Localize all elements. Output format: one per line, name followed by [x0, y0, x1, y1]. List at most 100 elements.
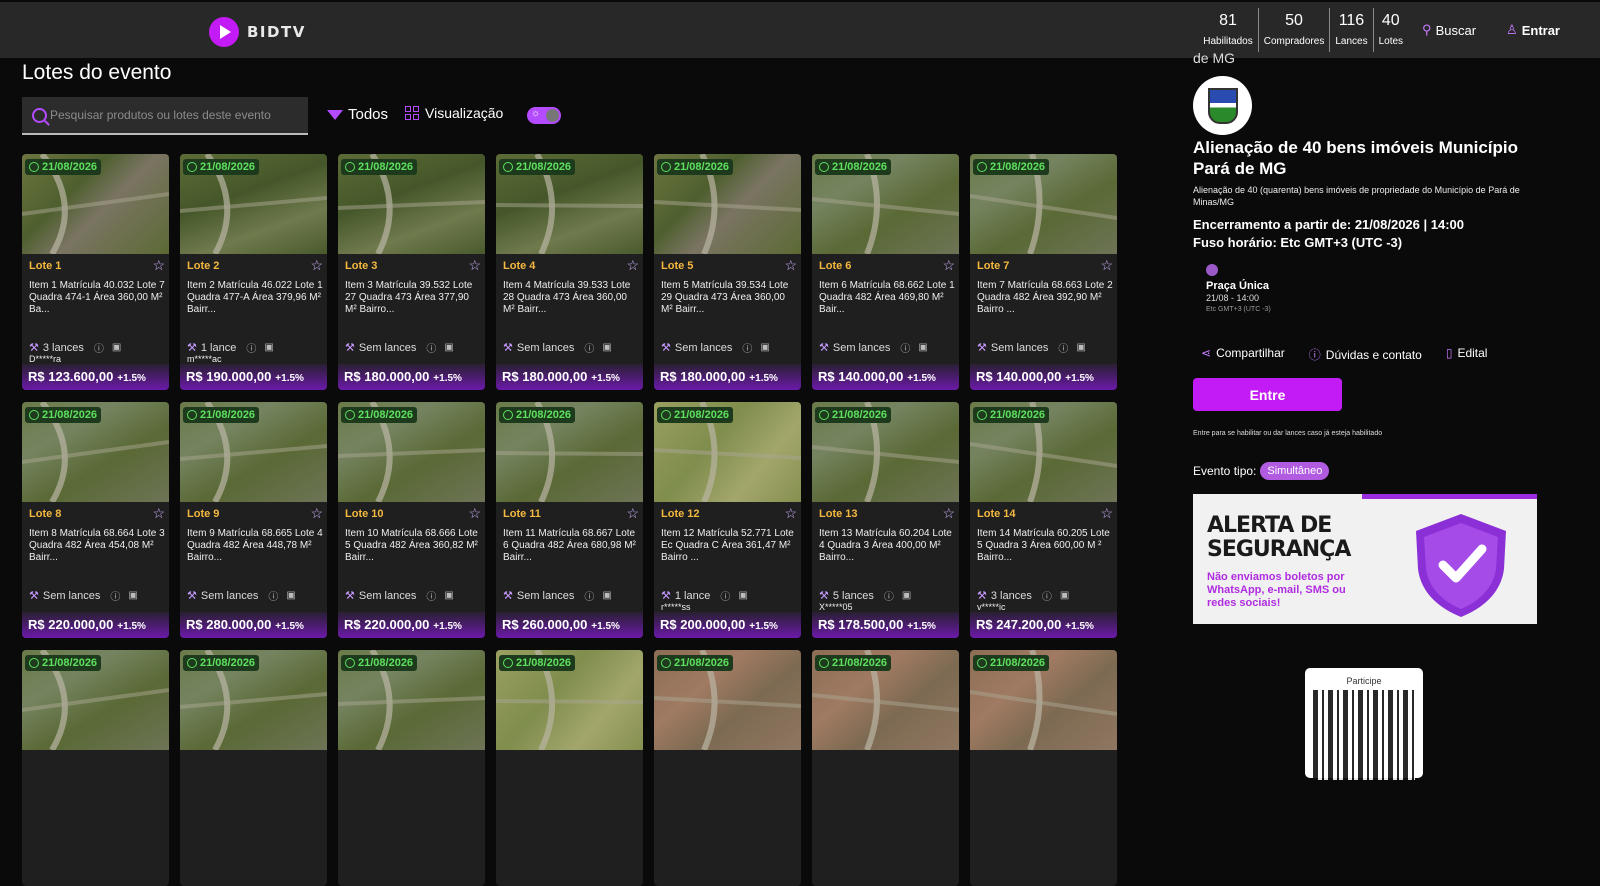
lot-aerial-image[interactable]: 21/08/2026: [22, 650, 169, 750]
theme-toggle[interactable]: ☼: [527, 107, 561, 124]
info-icon[interactable]: ⓘ: [426, 588, 436, 603]
favorite-star-icon[interactable]: ☆: [784, 505, 797, 522]
enter-button[interactable]: Entre: [1193, 378, 1342, 411]
info-icon[interactable]: ⓘ: [94, 340, 104, 355]
favorite-star-icon[interactable]: ☆: [942, 505, 955, 522]
image-icon[interactable]: ▣: [902, 590, 911, 601]
lot-aerial-image[interactable]: 21/08/2026: [812, 402, 959, 502]
lot-aerial-image[interactable]: 21/08/2026: [496, 650, 643, 750]
lot-bids: ⚒ Sem lances ⓘ ▣: [29, 588, 138, 604]
lot-card[interactable]: 21/08/2026 Lote 3 ☆ Item 3 Matrícula 39.532…: [338, 154, 485, 390]
image-icon[interactable]: ▣: [1060, 590, 1069, 601]
banner-strip: [1362, 494, 1537, 499]
info-icon[interactable]: ⓘ: [900, 340, 910, 355]
lot-card[interactable]: 21/08/2026 Lote 2 ☆ Item 2 Matrícula 46.022…: [180, 154, 327, 390]
lot-aerial-image[interactable]: 21/08/2026: [812, 154, 959, 254]
info-icon[interactable]: ⓘ: [884, 588, 894, 603]
lot-card[interactable]: 21/08/2026: [970, 650, 1117, 886]
favorite-star-icon[interactable]: ☆: [468, 505, 481, 522]
favorite-star-icon[interactable]: ☆: [784, 257, 797, 274]
lot-card[interactable]: 21/08/2026 Lote 12 ☆ Item 12 Matrícula 52.7…: [654, 402, 801, 638]
lot-card[interactable]: 21/08/2026 Lote 11 ☆ Item 11 Matrícula 68.6…: [496, 402, 643, 638]
lot-card[interactable]: 21/08/2026 Lote 10 ☆ Item 10 Matrícula 68.6…: [338, 402, 485, 638]
lot-card[interactable]: 21/08/2026: [654, 650, 801, 886]
lot-card[interactable]: 21/08/2026 Lote 13 ☆ Item 13 Matrícula 60.2…: [812, 402, 959, 638]
lot-aerial-image[interactable]: 21/08/2026: [654, 154, 801, 254]
lot-card[interactable]: 21/08/2026 Lote 6 ☆ Item 6 Matrícula 68.662…: [812, 154, 959, 390]
info-icon[interactable]: ⓘ: [584, 588, 594, 603]
info-icon[interactable]: ⓘ: [1042, 588, 1052, 603]
info-icon[interactable]: ⓘ: [246, 340, 256, 355]
filter-button[interactable]: Todos: [327, 106, 388, 123]
lot-card[interactable]: 21/08/2026: [812, 650, 959, 886]
lot-card[interactable]: 21/08/2026 Lote 14 ☆ Item 14 Matrícula 60.2…: [970, 402, 1117, 638]
image-icon[interactable]: ▣: [602, 590, 611, 601]
lot-card[interactable]: 21/08/2026: [338, 650, 485, 886]
info-icon[interactable]: ⓘ: [268, 588, 278, 603]
lot-aerial-image[interactable]: 21/08/2026: [970, 154, 1117, 254]
lot-card[interactable]: 21/08/2026: [496, 650, 643, 886]
lots-search-input[interactable]: Pesquisar produtos ou lotes deste evento: [22, 97, 308, 135]
lot-card[interactable]: 21/08/2026: [22, 650, 169, 886]
lot-aerial-image[interactable]: 21/08/2026: [970, 402, 1117, 502]
lot-card[interactable]: 21/08/2026 Lote 4 ☆ Item 4 Matrícula 39.533…: [496, 154, 643, 390]
favorite-star-icon[interactable]: ☆: [942, 257, 955, 274]
lot-aerial-image[interactable]: 21/08/2026: [970, 650, 1117, 750]
lot-card[interactable]: 21/08/2026: [180, 650, 327, 886]
image-icon[interactable]: ▣: [918, 342, 927, 353]
image-icon[interactable]: ▣: [1076, 342, 1085, 353]
favorite-star-icon[interactable]: ☆: [626, 505, 639, 522]
lot-card[interactable]: 21/08/2026 Lote 7 ☆ Item 7 Matrícula 68.663…: [970, 154, 1117, 390]
lot-aerial-image[interactable]: 21/08/2026: [496, 154, 643, 254]
lot-aerial-image[interactable]: 21/08/2026: [812, 650, 959, 750]
lot-card[interactable]: 21/08/2026 Lote 8 ☆ Item 8 Matrícula 68.664…: [22, 402, 169, 638]
lot-aerial-image[interactable]: 21/08/2026: [180, 402, 327, 502]
image-icon[interactable]: ▣: [760, 342, 769, 353]
share-button[interactable]: ⋖ Compartilhar: [1201, 346, 1285, 363]
view-mode-button[interactable]: Visualização: [405, 105, 503, 121]
favorite-star-icon[interactable]: ☆: [468, 257, 481, 274]
lot-aerial-image[interactable]: 21/08/2026: [654, 650, 801, 750]
info-icon[interactable]: ⓘ: [426, 340, 436, 355]
info-icon[interactable]: ⓘ: [110, 588, 120, 603]
favorite-star-icon[interactable]: ☆: [152, 505, 165, 522]
edital-button[interactable]: ▯ Edital: [1446, 346, 1488, 363]
qr-code[interactable]: Participe: [1305, 668, 1423, 780]
lot-card[interactable]: 21/08/2026 Lote 5 ☆ Item 5 Matrícula 39.534…: [654, 154, 801, 390]
info-icon[interactable]: ⓘ: [742, 340, 752, 355]
info-icon[interactable]: ⓘ: [720, 588, 730, 603]
image-icon[interactable]: ▣: [286, 590, 295, 601]
favorite-star-icon[interactable]: ☆: [310, 505, 323, 522]
favorite-star-icon[interactable]: ☆: [1100, 257, 1113, 274]
favorite-star-icon[interactable]: ☆: [1100, 505, 1113, 522]
image-icon[interactable]: ▣: [444, 342, 453, 353]
lot-aerial-image[interactable]: 21/08/2026: [22, 402, 169, 502]
lot-aerial-image[interactable]: 21/08/2026: [654, 402, 801, 502]
search-button[interactable]: ⚲ Buscar: [1422, 22, 1476, 38]
lot-aerial-image[interactable]: 21/08/2026: [496, 402, 643, 502]
security-alert-banner[interactable]: ALERTA DE SEGURANÇA Não enviamos boletos…: [1193, 494, 1537, 624]
favorite-star-icon[interactable]: ☆: [626, 257, 639, 274]
info-icon[interactable]: ⓘ: [584, 340, 594, 355]
help-button[interactable]: ⓘ Dúvidas e contato: [1309, 346, 1422, 363]
lot-aerial-image[interactable]: 21/08/2026: [22, 154, 169, 254]
image-icon[interactable]: ▣: [602, 342, 611, 353]
lot-aerial-image[interactable]: 21/08/2026: [338, 154, 485, 254]
favorite-star-icon[interactable]: ☆: [152, 257, 165, 274]
lot-aerial-image[interactable]: 21/08/2026: [338, 402, 485, 502]
lot-card[interactable]: 21/08/2026 Lote 1 ☆ Item 1 Matrícula 40.032…: [22, 154, 169, 390]
lot-aerial-image[interactable]: 21/08/2026: [180, 650, 327, 750]
favorite-star-icon[interactable]: ☆: [310, 257, 323, 274]
stat-label: Habilitados: [1203, 36, 1253, 47]
image-icon[interactable]: ▣: [264, 342, 273, 353]
login-button[interactable]: ♙ Entrar: [1506, 22, 1560, 38]
lot-card[interactable]: 21/08/2026 Lote 9 ☆ Item 9 Matrícula 68.665…: [180, 402, 327, 638]
lot-aerial-image[interactable]: 21/08/2026: [338, 650, 485, 750]
image-icon[interactable]: ▣: [738, 590, 747, 601]
image-icon[interactable]: ▣: [444, 590, 453, 601]
image-icon[interactable]: ▣: [128, 590, 137, 601]
image-icon[interactable]: ▣: [112, 342, 121, 353]
brand-logo[interactable]: BIDTV: [209, 17, 306, 47]
lot-aerial-image[interactable]: 21/08/2026: [180, 154, 327, 254]
info-icon[interactable]: ⓘ: [1058, 340, 1068, 355]
